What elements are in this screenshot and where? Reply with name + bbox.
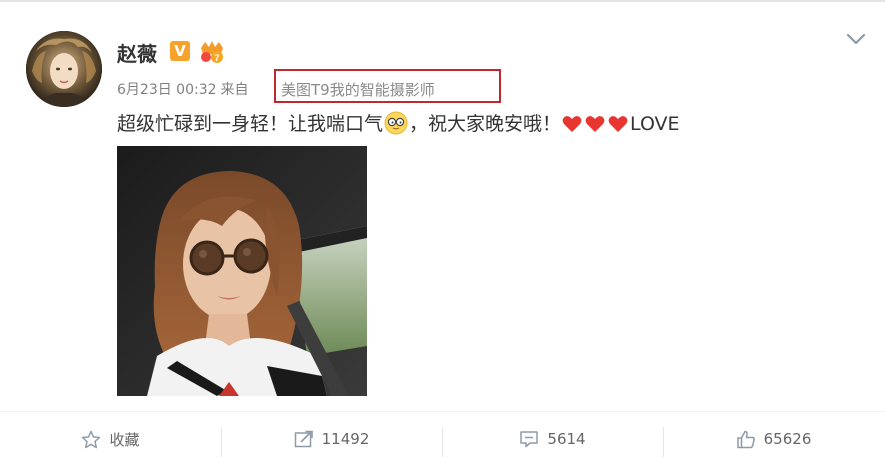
verified-badge-icon[interactable]: V — [170, 41, 190, 61]
favorite-label: 收藏 — [109, 430, 140, 449]
action-bar: 收藏 11492 5614 65626 — [0, 411, 885, 466]
star-icon — [82, 430, 101, 448]
comment-icon — [520, 431, 539, 448]
avatar[interactable] — [26, 31, 102, 107]
post-time[interactable]: 6月23日 00:32 — [117, 82, 217, 98]
post-photo[interactable] — [117, 146, 367, 396]
post-meta: 6月23日 00:32 来自 — [117, 79, 249, 99]
repost-button[interactable]: 11492 — [221, 412, 442, 466]
share-icon — [294, 430, 313, 448]
comment-button[interactable]: 5614 — [442, 412, 663, 466]
glasses-face-emoji-icon — [384, 111, 408, 135]
weibo-post-card: 赵薇 V 7 6月23日 00:32 来自 美图T9我的智能摄影师 超级忙碌到一身… — [0, 0, 885, 466]
avatar-image — [26, 31, 102, 107]
hearts-group — [561, 113, 630, 143]
thumbs-up-icon — [736, 430, 755, 448]
love-text: LOVE — [630, 113, 680, 135]
post-text-part2: ，祝大家晚安哦！ — [409, 113, 562, 135]
favorite-button[interactable]: 收藏 — [0, 412, 221, 466]
like-button[interactable]: 65626 — [663, 412, 884, 466]
author-name[interactable]: 赵薇 — [117, 38, 157, 67]
source-app-link[interactable]: 美图T9我的智能摄影师 — [281, 79, 435, 100]
heart-icon — [585, 116, 605, 132]
svg-text:7: 7 — [214, 53, 219, 63]
like-count: 65626 — [763, 430, 812, 448]
heart-icon — [562, 116, 582, 132]
selfie-image — [117, 146, 367, 396]
member-crown-icon[interactable]: 7 — [198, 38, 226, 64]
repost-count: 11492 — [321, 430, 370, 448]
chevron-down-icon[interactable] — [845, 32, 867, 46]
heart-icon — [608, 116, 628, 132]
post-text: 超级忙碌到一身轻！让我喘口气 ，祝大家晚安哦！ LOVE — [117, 110, 680, 143]
from-label: 来自 — [220, 82, 249, 98]
comment-count: 5614 — [547, 430, 586, 448]
post-text-part1: 超级忙碌到一身轻！让我喘口气 — [117, 113, 384, 135]
